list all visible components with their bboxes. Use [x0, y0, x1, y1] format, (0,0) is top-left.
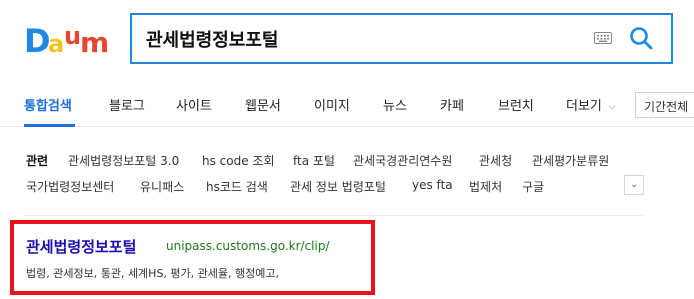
result-url[interactable]: unipass.customs.go.kr/clip/ [166, 239, 330, 253]
search-tabs: 통합검색 블로그 사이트 웹문서 이미지 뉴스 카페 브런치 더보기 ⌵ [0, 83, 694, 127]
logo-letter-u: u [64, 22, 81, 50]
active-tab-indicator [24, 124, 75, 127]
tab-cafe[interactable]: 카페 [440, 95, 464, 114]
chevron-down-icon: ⌵ [608, 102, 616, 112]
related-item[interactable]: hs코드 검색 [206, 178, 268, 195]
related-item[interactable]: 관세청 [479, 152, 512, 169]
related-item[interactable]: 유니패스 [140, 178, 184, 195]
tab-image[interactable]: 이미지 [314, 95, 350, 114]
logo-letter-d: D [24, 22, 51, 56]
related-item[interactable]: hs code 조회 [202, 152, 275, 169]
logo-letter-a: a [48, 30, 64, 56]
related-item[interactable]: 관세법령정보포털 3.0 [68, 152, 179, 169]
related-item[interactable]: 법제처 [469, 178, 502, 195]
related-item[interactable]: fta 포털 [293, 152, 335, 169]
search-icon[interactable] [628, 25, 654, 51]
search-box [130, 13, 673, 64]
keyboard-icon[interactable] [594, 32, 612, 44]
tab-webdoc[interactable]: 웹문서 [245, 95, 281, 114]
result-description: 법령, 관세정보, 통관, 세계HS, 평가, 관세율, 행정예고, [26, 267, 279, 280]
tab-all[interactable]: 통합검색 [24, 95, 72, 114]
related-item[interactable]: 국가법령정보센터 [26, 178, 114, 195]
tab-news[interactable]: 뉴스 [383, 95, 407, 114]
result-title-link[interactable]: 관세법령정보포털 [26, 236, 136, 257]
related-item[interactable]: 관세 정보 법령포털 [290, 178, 386, 195]
tab-more-label: 더보기 [566, 99, 602, 114]
period-filter-button[interactable]: 기간전체 [635, 92, 694, 118]
tab-blog[interactable]: 블로그 [109, 95, 145, 114]
daum-logo[interactable]: D a u m [24, 22, 112, 56]
related-item[interactable]: 구글 [522, 178, 544, 195]
related-item[interactable]: 관세국경관리연수원 [353, 152, 452, 169]
tab-brunch[interactable]: 브런치 [498, 95, 534, 114]
tab-more[interactable]: 더보기 ⌵ [566, 95, 616, 114]
chevron-down-icon: ⌄ [630, 179, 639, 190]
related-expand-button[interactable]: ⌄ [624, 175, 644, 195]
search-input[interactable] [146, 15, 576, 62]
logo-letter-m: m [80, 26, 109, 56]
tab-site[interactable]: 사이트 [176, 95, 212, 114]
section-divider [24, 215, 646, 216]
related-label: 관련 [26, 154, 49, 168]
related-item[interactable]: 관세평가분류원 [532, 152, 609, 169]
highlight-box [10, 220, 375, 295]
related-item[interactable]: yes fta [412, 178, 453, 192]
